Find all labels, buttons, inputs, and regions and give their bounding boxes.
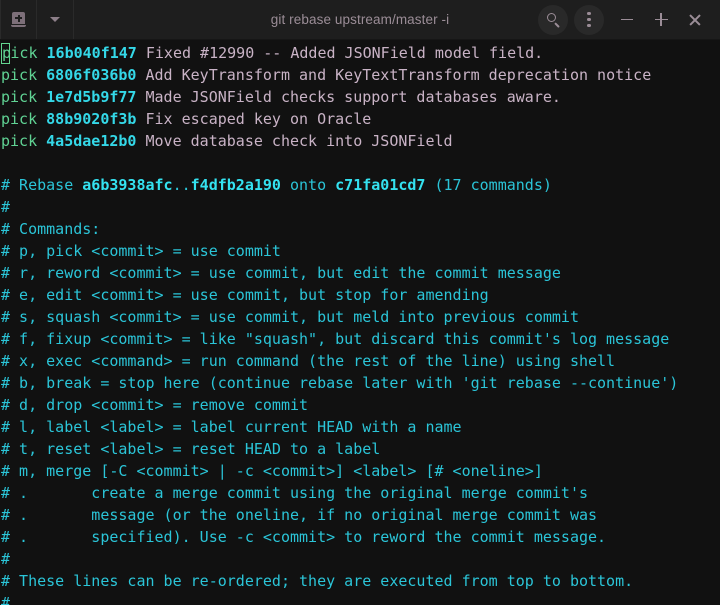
- comment-text: # e, edit <commit> = use commit, but sto…: [1, 286, 489, 304]
- new-terminal-dropdown-button[interactable]: [37, 0, 74, 39]
- todo-message: Made JSONField checks support databases …: [136, 88, 561, 106]
- comment-text: # . create a merge commit using the orig…: [1, 484, 588, 502]
- comment-text: # These lines can be re-ordered; they ar…: [1, 572, 634, 590]
- comment-text: # b, break = stop here (continue rebase …: [1, 374, 679, 392]
- todo-message: Add KeyTransform and KeyTextTransform de…: [136, 66, 652, 84]
- search-icon: [546, 13, 560, 27]
- comment-text: # Commands:: [1, 220, 101, 238]
- comment-line: #: [1, 592, 720, 605]
- minimize-button[interactable]: [610, 0, 644, 40]
- todo-hash: 1e7d5b9f77: [46, 88, 137, 106]
- todo-hash: 16b040f147: [46, 44, 137, 62]
- todo-command: ick: [10, 44, 38, 62]
- todo-message: Move database check into JSONField: [136, 132, 453, 150]
- close-icon: [689, 13, 702, 26]
- comment-line: #: [1, 548, 720, 570]
- rebase-prefix: # Rebase: [1, 176, 83, 194]
- new-terminal-icon: [11, 12, 26, 27]
- comment-line: #: [1, 196, 720, 218]
- rebase-onto-hash: c71fa01cd7: [335, 176, 426, 194]
- todo-hash: 88b9020f3b: [46, 110, 137, 128]
- comment-line: # . create a merge commit using the orig…: [1, 482, 720, 504]
- todo-line: pick 4a5dae12b0 Move database check into…: [1, 130, 720, 152]
- maximize-icon: [654, 13, 668, 26]
- comment-text: # s, squash <commit> = use commit, but m…: [1, 308, 579, 326]
- todo-hash: 6806f036b0: [46, 66, 137, 84]
- comment-line: # . specified). Use -c <commit> to rewor…: [1, 526, 720, 548]
- rebase-header-line: # Rebase a6b3938afc..f4dfb2a190 onto c71…: [1, 174, 720, 196]
- comment-line: # r, reword <commit> = use commit, but e…: [1, 262, 720, 284]
- comment-line: # m, merge [-C <commit> | -c <commit>] <…: [1, 460, 720, 482]
- comment-line: # p, pick <commit> = use commit: [1, 240, 720, 262]
- comment-text: # . specified). Use -c <commit> to rewor…: [1, 528, 607, 546]
- todo-command: pick: [1, 66, 38, 84]
- rebase-command-count: (17 commands): [425, 176, 552, 194]
- comment-text: # m, merge [-C <commit> | -c <commit>] <…: [1, 462, 543, 480]
- menu-button[interactable]: [574, 4, 604, 35]
- todo-command: pick: [1, 88, 38, 106]
- todo-line: pick 6806f036b0 Add KeyTransform and Key…: [1, 64, 720, 86]
- todo-command: pick: [1, 110, 38, 128]
- comment-text: #: [1, 198, 11, 216]
- maximize-button[interactable]: [644, 0, 678, 40]
- title-bar: git rebase upstream/master -i: [0, 0, 720, 40]
- todo-message: Fixed #12990 -- Added JSONField model fi…: [136, 44, 544, 62]
- comment-line: # t, reset <label> = reset HEAD to a lab…: [1, 438, 720, 460]
- rebase-range-start: a6b3938afc: [82, 176, 173, 194]
- terminal-body[interactable]: pick 16b040f147 Fixed #12990 -- Added JS…: [0, 40, 720, 605]
- comment-line: # x, exec <command> = run command (the r…: [1, 350, 720, 372]
- comment-line: # . message (or the oneline, if no origi…: [1, 504, 720, 526]
- comment-text: # . message (or the oneline, if no origi…: [1, 506, 598, 524]
- todo-line: pick 88b9020f3b Fix escaped key on Oracl…: [1, 108, 720, 130]
- close-button[interactable]: [678, 0, 712, 40]
- comment-text: # d, drop <commit> = remove commit: [1, 396, 309, 414]
- comment-text: # l, label <label> = label current HEAD …: [1, 418, 462, 436]
- titlebar-left-buttons: [0, 0, 74, 39]
- comment-line: # l, label <label> = label current HEAD …: [1, 416, 720, 438]
- comment-line: # d, drop <commit> = remove commit: [1, 394, 720, 416]
- todo-line: pick 16b040f147 Fixed #12990 -- Added JS…: [1, 42, 720, 64]
- rebase-range-sep: ..: [172, 176, 191, 194]
- comment-text: # t, reset <label> = reset HEAD to a lab…: [1, 440, 381, 458]
- comment-text: #: [1, 594, 11, 605]
- chevron-down-icon: [50, 17, 60, 22]
- comment-text: # r, reword <commit> = use commit, but e…: [1, 264, 561, 282]
- comment-text: #: [1, 550, 11, 568]
- comment-line: # s, squash <commit> = use commit, but m…: [1, 306, 720, 328]
- comment-text: # p, pick <commit> = use commit: [1, 242, 281, 260]
- todo-hash: 4a5dae12b0: [46, 132, 137, 150]
- comment-line: # Commands:: [1, 218, 720, 240]
- comment-line: # f, fixup <commit> = like "squash", but…: [1, 328, 720, 350]
- todo-message: Fix escaped key on Oracle: [136, 110, 372, 128]
- minimize-icon: [621, 18, 633, 21]
- comment-text: # x, exec <command> = run command (the r…: [1, 352, 616, 370]
- search-button[interactable]: [538, 4, 568, 35]
- comment-line: # b, break = stop here (continue rebase …: [1, 372, 720, 394]
- comment-line: # These lines can be re-ordered; they ar…: [1, 570, 720, 592]
- terminal-cursor: p: [1, 43, 12, 64]
- comment-text: # f, fixup <commit> = like "squash", but…: [1, 330, 670, 348]
- todo-line: pick 1e7d5b9f77 Made JSONField checks su…: [1, 86, 720, 108]
- titlebar-right-buttons: [538, 0, 720, 40]
- todo-command: pick: [1, 132, 38, 150]
- new-terminal-button[interactable]: [0, 0, 37, 39]
- rebase-range-end: f4dfb2a190: [190, 176, 281, 194]
- comment-line: # e, edit <commit> = use commit, but sto…: [1, 284, 720, 306]
- terminal-window: git rebase upstream/master -i pick 16b04…: [0, 0, 720, 605]
- menu-kebab-icon: [587, 12, 591, 27]
- rebase-onto-word: onto: [280, 176, 336, 194]
